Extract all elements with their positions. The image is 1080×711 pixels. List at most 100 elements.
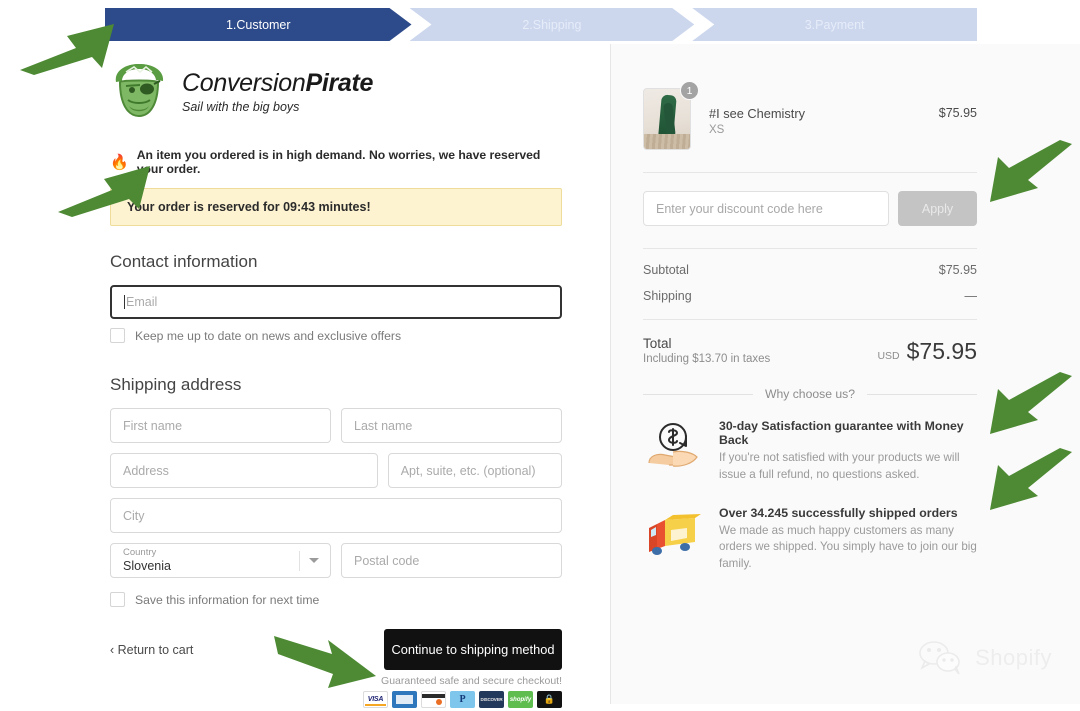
country-select[interactable]: Country Slovenia: [110, 543, 331, 578]
progress-step-shipping-label: 2.Shipping: [522, 17, 582, 32]
product-thumbnail-wrap: 1: [643, 81, 699, 150]
brand-wordmark: ConversionPirate Sail with the big boys: [182, 68, 373, 114]
brand-tagline: Sail with the big boys: [182, 100, 300, 115]
reservation-timer-banner: Your order is reserved for 09:43 minutes…: [110, 188, 562, 226]
secure-checkout-text: Guaranteed safe and secure checkout!: [381, 675, 562, 687]
trust-badge-money-back-text: 30-day Satisfaction guarantee with Money…: [719, 419, 977, 484]
annotation-arrow-1: [20, 24, 114, 75]
brand-header: ConversionPirate Sail with the big boys: [110, 60, 562, 122]
first-name-placeholder: First name: [123, 418, 183, 433]
country-value: Slovenia: [123, 558, 171, 573]
return-to-cart-label: Return to cart: [117, 643, 194, 657]
trust-badge-shipped-orders: Over 34.245 successfully shipped orders …: [643, 506, 977, 573]
trust-badge-shipped-orders-text: Over 34.245 successfully shipped orders …: [719, 506, 977, 573]
continue-to-shipping-button[interactable]: Continue to shipping method: [384, 629, 562, 670]
amex-icon: [392, 691, 417, 708]
thumb-floor: [644, 134, 690, 149]
progress-step-payment[interactable]: 3.Payment: [692, 8, 977, 41]
order-summary: 1 #I see Chemistry XS $75.95 Enter your …: [643, 81, 978, 595]
mastercard-icon: [421, 691, 446, 708]
newsletter-optin-row[interactable]: Keep me up to date on news and exclusive…: [110, 328, 562, 343]
why-choose-us-title: Why choose us?: [764, 387, 856, 401]
contact-information-title: Contact information: [110, 252, 258, 271]
reservation-timer-text: Your order is reserved for 09:43 minutes…: [127, 200, 371, 214]
save-info-row[interactable]: Save this information for next time: [110, 592, 562, 607]
grand-total-currency: USD: [877, 350, 900, 362]
visa-icon: VISA: [363, 691, 388, 708]
why-divider-left: [643, 393, 753, 395]
shipping-row: Shipping —: [643, 289, 977, 303]
text-caret: [124, 295, 125, 309]
country-label: Country: [123, 547, 157, 558]
newsletter-label: Keep me up to date on news and exclusive…: [135, 328, 402, 343]
last-name-placeholder: Last name: [354, 418, 413, 433]
save-info-checkbox[interactable]: [110, 592, 125, 607]
order-item-price: $75.95: [938, 106, 977, 120]
grand-total-label: Total: [643, 336, 672, 351]
apt-field[interactable]: Apt, suite, etc. (optional): [387, 453, 562, 488]
subtotal-value: $75.95: [938, 263, 977, 277]
newsletter-checkbox[interactable]: [110, 328, 125, 343]
annotation-arrow-3: [274, 636, 376, 688]
city-field[interactable]: City: [110, 498, 562, 533]
progress-step-customer[interactable]: 1.Customer: [105, 8, 412, 41]
order-item-name: #I see Chemistry: [709, 106, 806, 121]
email-field[interactable]: Email: [110, 285, 562, 319]
apply-discount-button[interactable]: Apply: [898, 191, 977, 226]
secure-lock-icon: 🔒: [537, 691, 562, 708]
first-name-field[interactable]: First name: [110, 408, 331, 443]
subtotal-label: Subtotal: [643, 263, 689, 277]
annotation-arrow-4: [990, 140, 1072, 202]
brand-name: ConversionPirate: [182, 70, 373, 96]
city-row: City: [110, 498, 562, 533]
annotation-arrow-2: [58, 166, 150, 217]
order-item-variant: XS: [709, 124, 725, 136]
discover-icon: DISCOVER: [479, 691, 504, 708]
payment-icons-row: VISA P DISCOVER shopify 🔒: [363, 691, 562, 708]
address-placeholder: Address: [123, 463, 169, 478]
high-demand-message: An item you ordered is in high demand. N…: [136, 148, 541, 176]
discount-code-placeholder: Enter your discount code here: [656, 201, 823, 216]
return-to-cart-link[interactable]: ‹ Return to cart: [110, 643, 193, 657]
why-choose-us-header: Why choose us?: [643, 387, 978, 401]
discount-code-row: Enter your discount code here Apply: [643, 173, 977, 248]
order-line-item: 1 #I see Chemistry XS $75.95: [643, 81, 977, 172]
city-placeholder: City: [123, 508, 145, 523]
order-item-info: #I see Chemistry XS: [697, 88, 939, 136]
progress-step-shipping[interactable]: 2.Shipping: [410, 8, 695, 41]
address-row: Address Apt, suite, etc. (optional): [110, 453, 562, 488]
wechat-bubbles-icon: [919, 641, 960, 675]
totals-list: Subtotal $75.95 Shipping —: [643, 249, 977, 319]
country-postal-row: Country Slovenia Postal code: [110, 543, 562, 578]
apt-placeholder: Apt, suite, etc. (optional): [400, 463, 536, 478]
save-info-label: Save this information for next time: [135, 592, 320, 607]
trust-badge-shipped-orders-title: Over 34.245 successfully shipped orders: [719, 505, 958, 520]
name-row: First name Last name: [110, 408, 562, 443]
progress-step-customer-label: 1.Customer: [225, 17, 291, 32]
shopify-pay-icon: shopify: [508, 691, 533, 708]
address-field[interactable]: Address: [110, 453, 378, 488]
why-divider-right: [867, 393, 978, 395]
trust-badge-money-back-body: If you're not satisfied with your produc…: [719, 451, 960, 481]
grand-total-tax-note: Including $13.70 in taxes: [643, 353, 771, 365]
annotation-arrow-6: [990, 448, 1072, 510]
discount-code-input[interactable]: Enter your discount code here: [643, 191, 889, 226]
progress-step-payment-label: 3.Payment: [804, 17, 865, 32]
shipping-address-title: Shipping address: [110, 375, 242, 394]
last-name-field[interactable]: Last name: [341, 408, 562, 443]
brand-name-part2: Pirate: [305, 68, 374, 97]
paypal-icon: P: [450, 691, 475, 708]
email-placeholder: Email: [126, 295, 158, 309]
chevron-down-icon[interactable]: [309, 558, 319, 563]
money-back-hand-icon: [643, 419, 705, 484]
trust-badge-money-back-title: 30-day Satisfaction guarantee with Money…: [719, 419, 964, 447]
grand-total-right: USD $75.95: [877, 338, 977, 365]
trust-badge-money-back: 30-day Satisfaction guarantee with Money…: [643, 419, 977, 484]
delivery-truck-icon: [643, 506, 705, 573]
chevron-left-icon: ‹: [110, 643, 115, 657]
grand-total-left: Total Including $13.70 in taxes: [643, 336, 770, 365]
postal-code-field[interactable]: Postal code: [341, 543, 562, 578]
checkout-form-column: ConversionPirate Sail with the big boys …: [110, 60, 562, 711]
shipping-label: Shipping: [643, 289, 692, 303]
high-demand-notice: 🔥 An item you ordered is in high demand.…: [110, 148, 562, 176]
